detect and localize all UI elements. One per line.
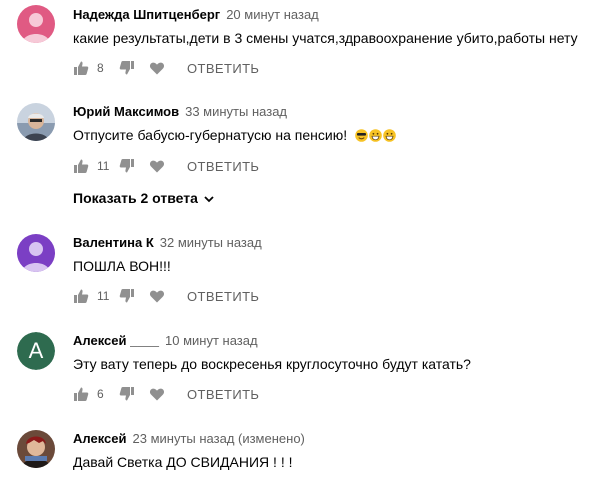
avatar[interactable]: А bbox=[17, 332, 55, 370]
like-count: 8 bbox=[97, 61, 104, 75]
grinning-face-icon bbox=[383, 129, 396, 142]
like-count: 11 bbox=[97, 159, 110, 173]
reply-button[interactable]: ОТВЕТИТЬ bbox=[187, 159, 259, 174]
avatar[interactable] bbox=[17, 430, 55, 468]
author-name[interactable]: Алексей bbox=[73, 431, 127, 446]
thumbs-down-icon[interactable] bbox=[119, 158, 135, 174]
timestamp[interactable]: 10 минут назад bbox=[165, 333, 258, 348]
comment-actions: 11 ОТВЕТИТЬ bbox=[73, 156, 259, 176]
thumbs-down-icon[interactable] bbox=[119, 386, 135, 402]
thumbs-down-icon[interactable] bbox=[119, 288, 135, 304]
smiling-face-with-sunglasses-icon bbox=[355, 129, 368, 142]
heart-icon[interactable] bbox=[149, 386, 165, 402]
thumbs-up-icon[interactable] bbox=[73, 288, 89, 304]
reply-button[interactable]: ОТВЕТИТЬ bbox=[187, 289, 259, 304]
author-name[interactable]: Надежда Шпитценберг bbox=[73, 7, 220, 22]
comment-header: Алексей 23 минуты назад (изменено) bbox=[73, 431, 305, 446]
heart-icon[interactable] bbox=[149, 288, 165, 304]
thumbs-up-icon[interactable] bbox=[73, 60, 89, 76]
comment-text: Эту вату теперь до воскресенья круглосут… bbox=[73, 356, 471, 372]
avatar[interactable] bbox=[17, 5, 55, 43]
comment-actions: 8 ОТВЕТИТЬ bbox=[73, 58, 259, 78]
thumbs-up-icon[interactable] bbox=[73, 386, 89, 402]
comment-header: Юрий Максимов 33 минуты назад bbox=[73, 104, 287, 119]
grinning-face-icon bbox=[369, 129, 382, 142]
show-replies-label: Показать 2 ответа bbox=[73, 190, 198, 206]
like-count: 11 bbox=[97, 289, 110, 303]
heart-icon[interactable] bbox=[149, 60, 165, 76]
avatar[interactable] bbox=[17, 103, 55, 141]
comment-text-content: Отпусите бабусю-губернатусю на пенсию! bbox=[73, 127, 348, 143]
chevron-down-icon bbox=[203, 192, 215, 204]
timestamp[interactable]: 23 минуты назад (изменено) bbox=[133, 431, 305, 446]
comment-text: какие результаты,дети в 3 смены учатся,з… bbox=[73, 30, 578, 46]
comment-text: Отпусите бабусю-губернатусю на пенсию! bbox=[73, 127, 396, 143]
reply-button[interactable]: ОТВЕТИТЬ bbox=[187, 387, 259, 402]
show-replies-button[interactable]: Показать 2 ответа bbox=[73, 190, 215, 206]
heart-icon[interactable] bbox=[149, 158, 165, 174]
comment-header: Валентина К 32 минуты назад bbox=[73, 235, 262, 250]
author-name[interactable]: Юрий Максимов bbox=[73, 104, 179, 119]
timestamp[interactable]: 20 минут назад bbox=[226, 7, 319, 22]
comment-text: ПОШЛА ВОН!!! bbox=[73, 258, 171, 274]
author-name[interactable]: Валентина К bbox=[73, 235, 154, 250]
reply-button[interactable]: ОТВЕТИТЬ bbox=[187, 61, 259, 76]
avatar-letter: А bbox=[17, 332, 55, 370]
thumbs-up-icon[interactable] bbox=[73, 158, 89, 174]
comment-actions: 11 ОТВЕТИТЬ bbox=[73, 286, 259, 306]
comment-header: Надежда Шпитценберг 20 минут назад bbox=[73, 7, 319, 22]
like-count: 6 bbox=[97, 387, 104, 401]
timestamp[interactable]: 33 минуты назад bbox=[185, 104, 287, 119]
timestamp[interactable]: 32 минуты назад bbox=[160, 235, 262, 250]
author-name[interactable]: Алексей ____ bbox=[73, 333, 159, 348]
comment-header: Алексей ____ 10 минут назад bbox=[73, 333, 258, 348]
thumbs-down-icon[interactable] bbox=[119, 60, 135, 76]
avatar[interactable] bbox=[17, 234, 55, 272]
comment-actions: 6 ОТВЕТИТЬ bbox=[73, 384, 259, 404]
comment-text: Давай Светка ДО СВИДАНИЯ ! ! ! bbox=[73, 454, 293, 470]
